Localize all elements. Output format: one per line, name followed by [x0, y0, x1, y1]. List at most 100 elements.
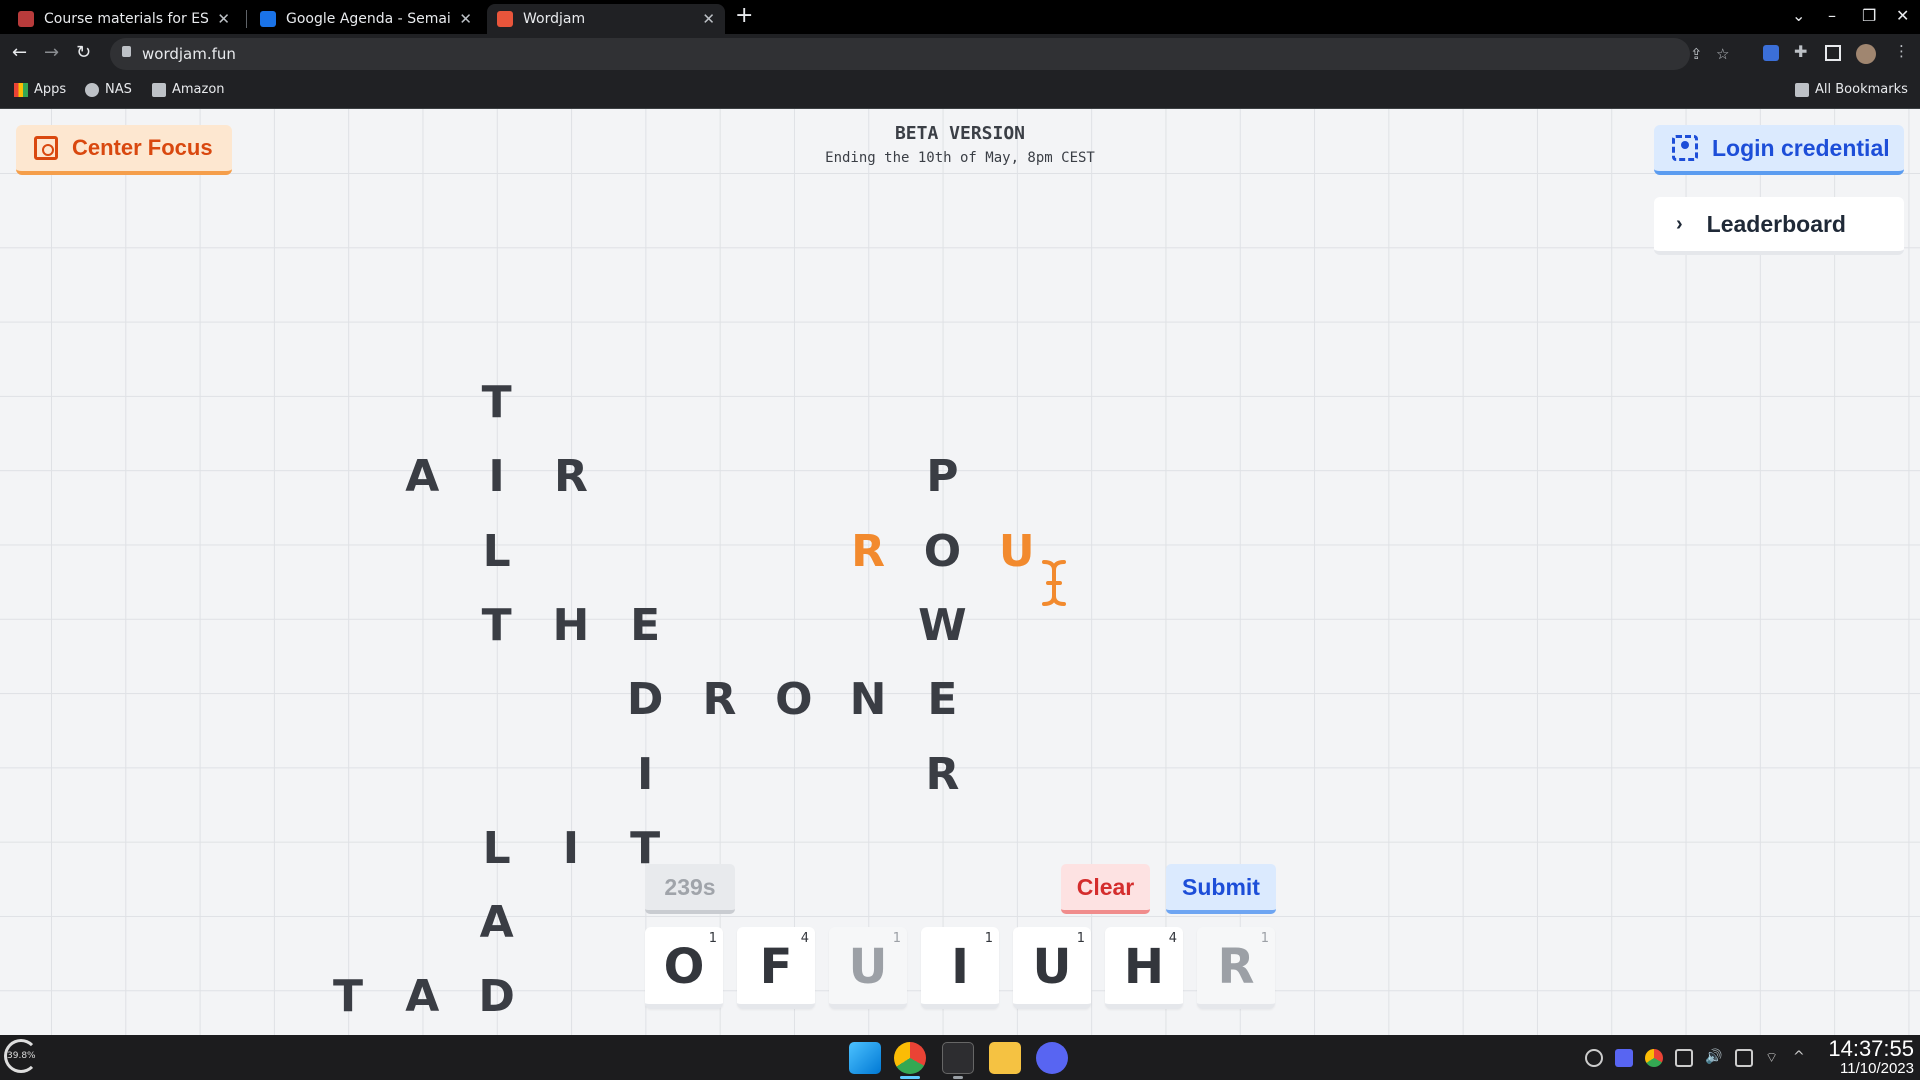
rack-tile-score: 1: [708, 931, 717, 946]
rack-tile-letter: H: [1123, 939, 1165, 995]
rack-tile[interactable]: U1: [1013, 927, 1091, 1009]
close-icon[interactable]: ✕: [459, 10, 472, 28]
clear-button[interactable]: Clear: [1061, 864, 1150, 914]
minimize-icon[interactable]: –: [1828, 6, 1836, 25]
bookmark-star-icon[interactable]: ☆: [1716, 45, 1729, 63]
bookmark-label: All Bookmarks: [1815, 82, 1908, 97]
menu-kebab-icon[interactable]: ⋮: [1894, 42, 1909, 60]
board-tile: R: [851, 525, 886, 577]
tray-discord-icon[interactable]: [1615, 1049, 1633, 1067]
tab-course-materials[interactable]: Course materials for ESIR3 s ✕: [8, 4, 240, 34]
rack-tile-letter: R: [1217, 939, 1255, 995]
taskbar: 39.8% 🔊 ⌔ ^ 14:37:55 11/10/2023: [0, 1035, 1920, 1080]
board-tile: R: [553, 451, 588, 503]
back-icon[interactable]: ←: [12, 42, 27, 63]
rack-tile-score: 1: [984, 931, 993, 946]
bookmark-amazon[interactable]: Amazon: [152, 82, 225, 97]
login-credential-button[interactable]: Login credential: [1654, 125, 1904, 175]
board-tile: N: [849, 674, 887, 726]
tray-clipboard-icon[interactable]: [1675, 1049, 1693, 1067]
game-board[interactable]: Center Focus BETA VERSION Ending the 10t…: [0, 109, 1920, 1035]
bookmark-label: Apps: [34, 82, 67, 97]
running-app-indicator: [953, 1076, 963, 1079]
all-bookmarks[interactable]: All Bookmarks: [1795, 82, 1908, 97]
board-tile: A: [405, 451, 440, 503]
share-icon[interactable]: ⇪: [1690, 45, 1703, 63]
file-explorer-icon[interactable]: [989, 1042, 1021, 1074]
clock-time: 14:37:55: [1828, 1036, 1914, 1061]
folder-icon: [1795, 82, 1809, 97]
discord-icon[interactable]: [1036, 1042, 1068, 1074]
bookmark-nas[interactable]: NAS: [85, 82, 132, 97]
wifi-icon[interactable]: ⌔: [1765, 1049, 1783, 1067]
tab-title: Google Agenda - Semaine d: [286, 11, 451, 27]
board-tile: D: [626, 674, 664, 726]
bitwarden-extension-icon[interactable]: [1763, 45, 1779, 61]
board-tile: O: [923, 525, 962, 577]
leaderboard-label: Leaderboard: [1706, 210, 1846, 237]
rack-tile-score: 1: [1076, 931, 1085, 946]
side-panel-icon[interactable]: [1825, 45, 1841, 61]
board-tile: E: [927, 674, 958, 726]
rack-tile-letter: I: [951, 939, 969, 995]
tray-app-icon[interactable]: [1585, 1049, 1603, 1067]
tab-wordjam[interactable]: Wordjam ✕: [487, 4, 725, 34]
board-tile: W: [918, 599, 967, 651]
tab-separator: [246, 10, 247, 28]
rack-tile[interactable]: U1: [829, 927, 907, 1009]
lock-icon: [122, 46, 131, 57]
bookmark-label: NAS: [105, 82, 132, 97]
bookmark-apps[interactable]: Apps: [14, 82, 66, 97]
battery-icon[interactable]: [1735, 1049, 1753, 1067]
board-tile: R: [702, 674, 737, 726]
user-scan-icon: [1672, 135, 1698, 161]
close-icon[interactable]: ✕: [702, 10, 715, 28]
volume-icon[interactable]: 🔊: [1705, 1049, 1723, 1067]
login-label: Login credential: [1712, 134, 1890, 161]
tab-title: Course materials for ESIR3 s: [44, 11, 209, 27]
reload-icon[interactable]: ↻: [76, 42, 91, 63]
terminal-icon[interactable]: [942, 1042, 974, 1074]
board-tile: L: [482, 822, 511, 874]
board-tile: A: [479, 897, 514, 949]
board-tile: A: [405, 971, 440, 1023]
tab-search-icon[interactable]: ⌄: [1792, 6, 1805, 25]
rack-tile[interactable]: O1: [645, 927, 723, 1009]
close-window-icon[interactable]: ✕: [1896, 6, 1909, 25]
extensions-puzzle-icon[interactable]: ✚: [1794, 42, 1807, 61]
board-tile: L: [482, 525, 511, 577]
submit-button[interactable]: Submit: [1166, 864, 1276, 914]
board-tile: P: [926, 451, 959, 503]
windows-start-icon[interactable]: [849, 1042, 881, 1074]
clock-date: 11/10/2023: [1840, 1060, 1914, 1077]
rack-tile[interactable]: F4: [737, 927, 815, 1009]
restore-icon[interactable]: ❐: [1862, 6, 1876, 25]
close-icon[interactable]: ✕: [217, 10, 230, 28]
new-tab-button[interactable]: +: [735, 3, 753, 28]
board-tile: H: [552, 599, 590, 651]
leaderboard-button[interactable]: › Leaderboard: [1654, 197, 1904, 255]
rack-tile[interactable]: I1: [921, 927, 999, 1009]
rack-tile[interactable]: R1: [1197, 927, 1275, 1009]
profile-avatar[interactable]: [1856, 44, 1876, 64]
timer-badge: 239s: [645, 864, 735, 914]
rack-tile[interactable]: H4: [1105, 927, 1183, 1009]
url-text[interactable]: wordjam.fun: [142, 45, 236, 63]
chrome-icon[interactable]: [894, 1042, 926, 1074]
beta-subtitle: Ending the 10th of May, 8pm CEST: [825, 150, 1095, 166]
tray-chrome-icon[interactable]: [1645, 1049, 1663, 1067]
board-tile: O: [775, 674, 813, 726]
board-tile: I: [637, 748, 654, 800]
tray-overflow-chevron-icon[interactable]: ^: [1793, 1049, 1811, 1067]
rack-tile-letter: F: [759, 939, 793, 995]
address-bar[interactable]: wordjam.fun ⇪ ☆: [110, 38, 1729, 70]
board-tile: D: [478, 971, 515, 1023]
wordjam-favicon-icon: [497, 11, 513, 27]
system-clock[interactable]: 14:37:55 11/10/2023: [1818, 1038, 1914, 1078]
rack-tile-score: 1: [1260, 931, 1269, 946]
forward-icon[interactable]: →: [44, 42, 59, 63]
rack-tile-score: 4: [800, 931, 809, 946]
text-cursor-icon: [1042, 560, 1066, 606]
tab-google-agenda[interactable]: Google Agenda - Semaine d ✕: [250, 4, 482, 34]
rack-tile-letter: U: [1032, 939, 1072, 995]
